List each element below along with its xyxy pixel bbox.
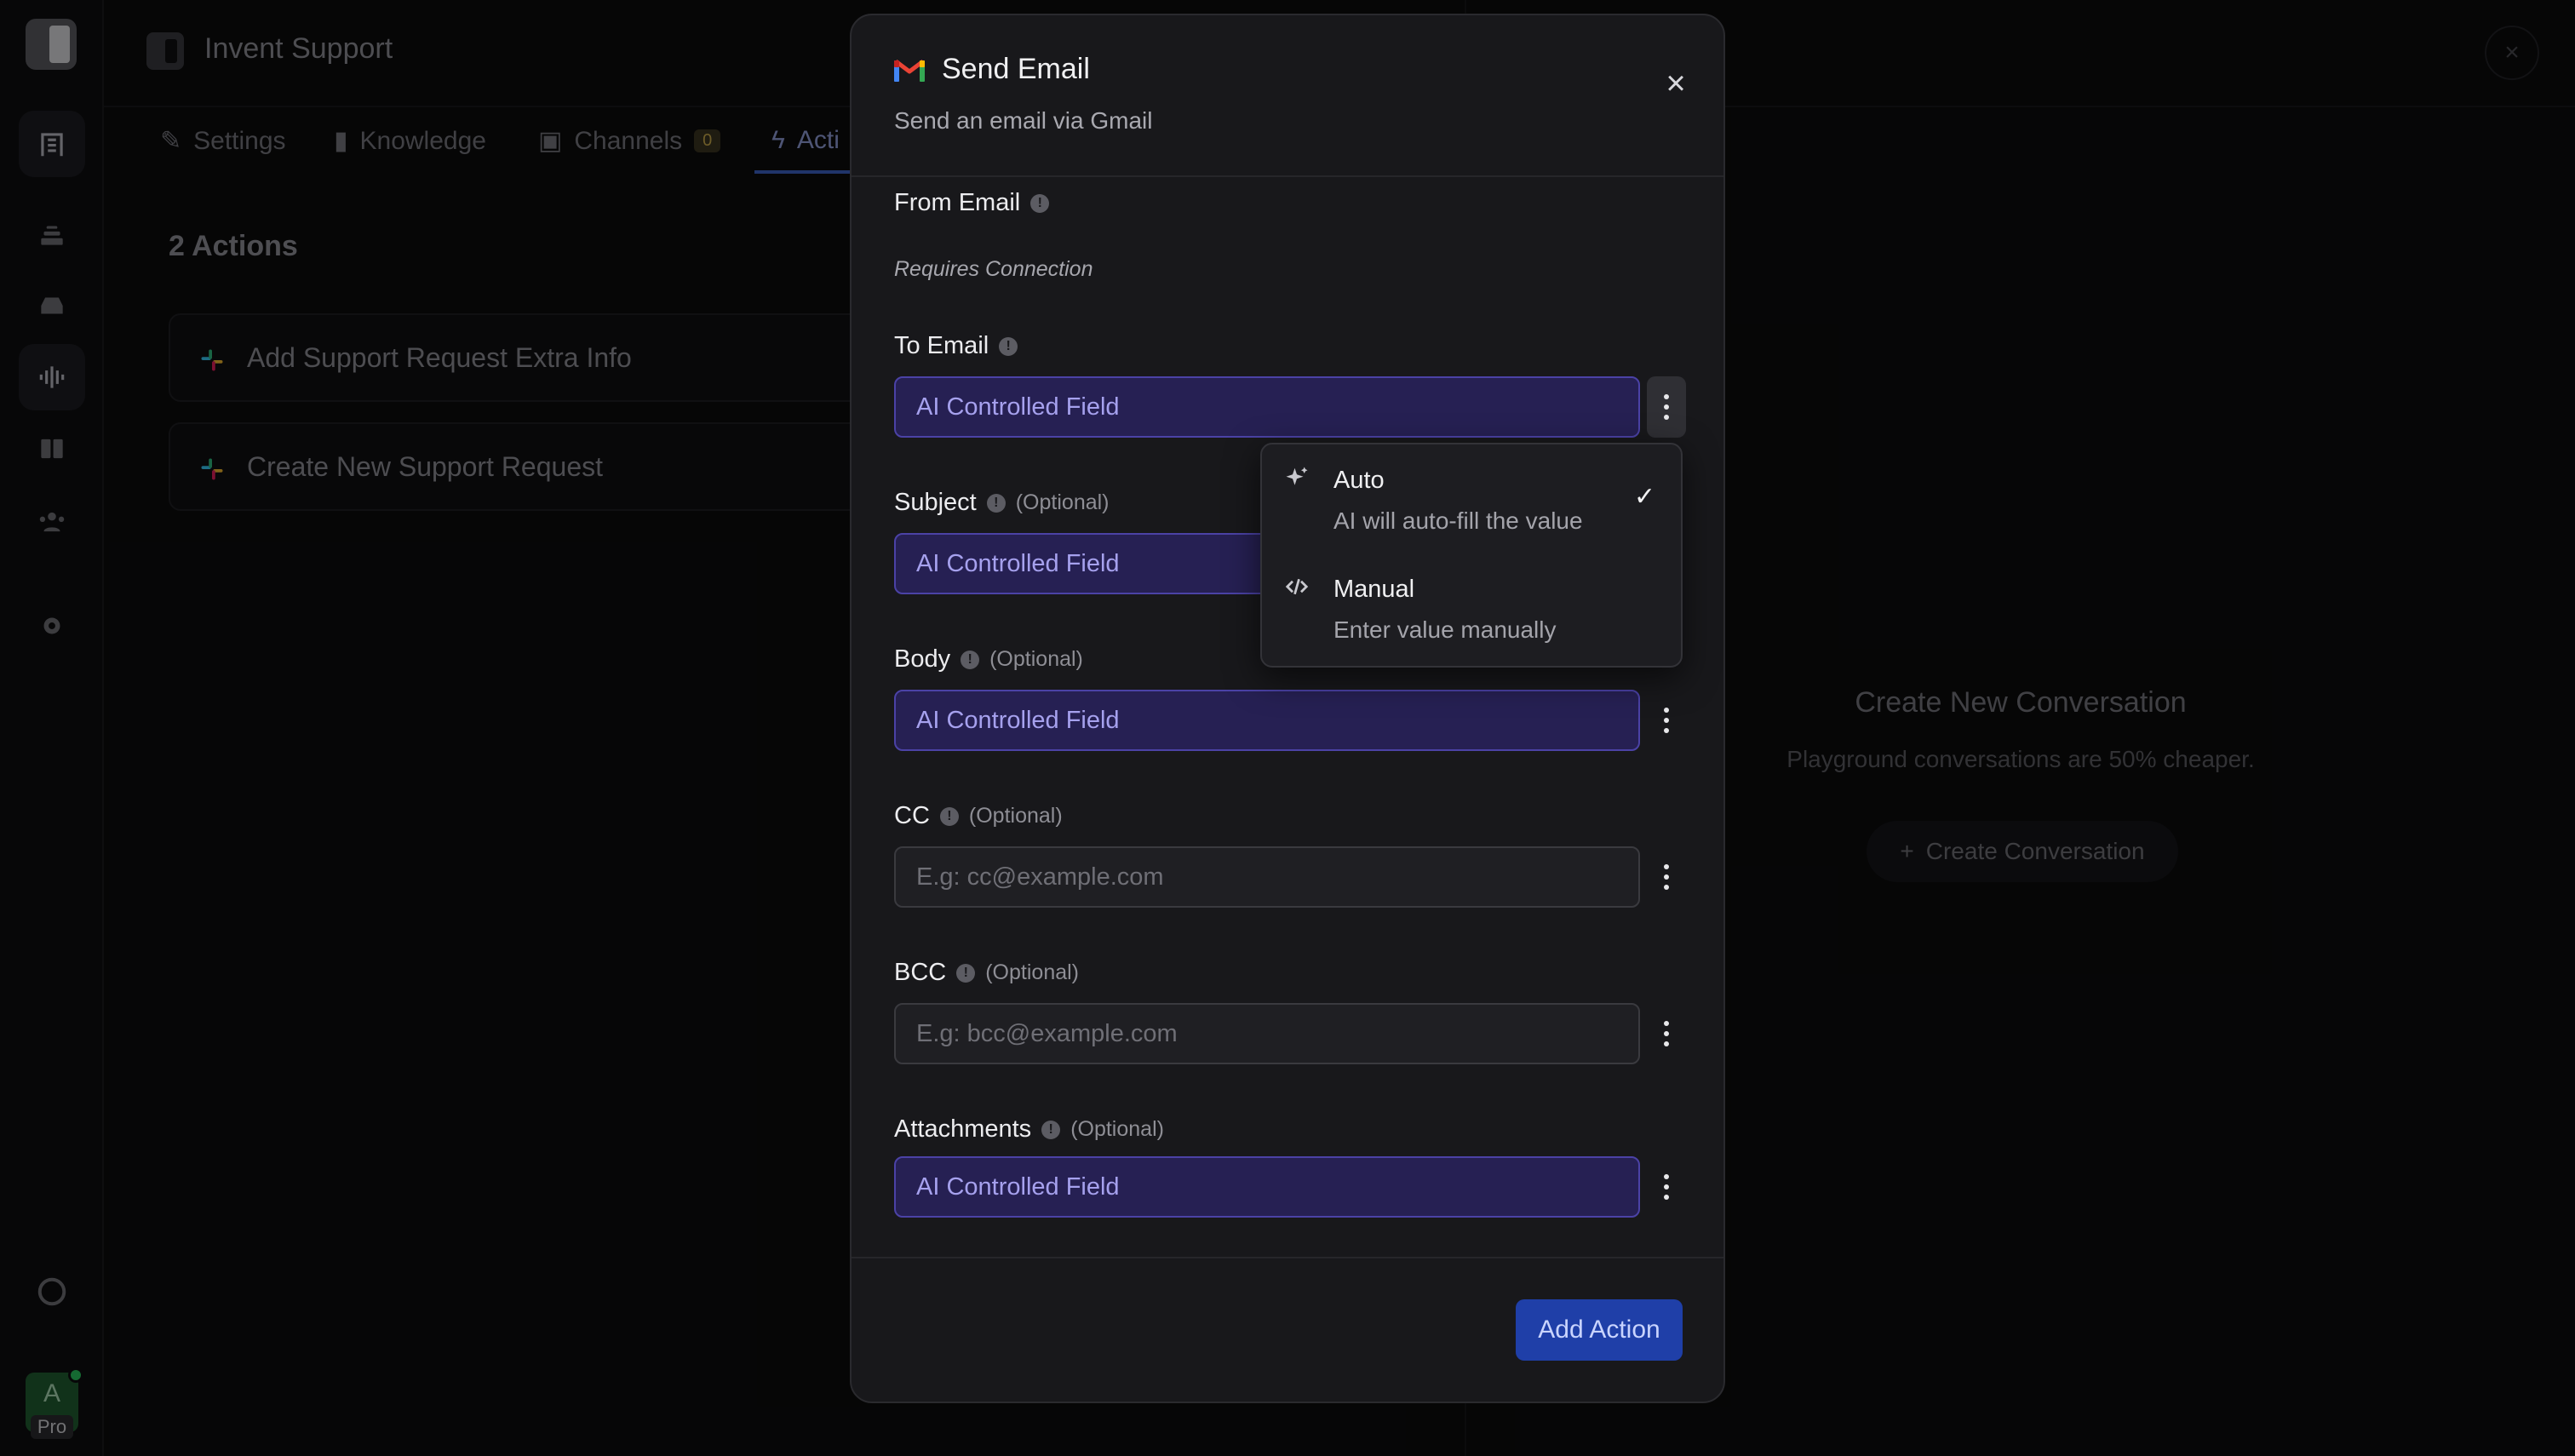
field-mode-dropdown: Auto AI will auto-fill the value ✓ Manua… — [1260, 443, 1683, 668]
bcc-label: BCC ! (Optional) — [894, 959, 1079, 987]
dropdown-option-auto[interactable]: Auto AI will auto-fill the value ✓ — [1262, 444, 1681, 550]
sparkles-icon — [1286, 467, 1308, 485]
info-icon[interactable]: ! — [986, 493, 1006, 513]
more-vertical-icon[interactable] — [1647, 1003, 1686, 1064]
body-label: Body ! (Optional) — [894, 645, 1083, 674]
add-action-button[interactable]: Add Action — [1516, 1299, 1683, 1361]
field-label-text: To Email — [894, 332, 989, 359]
optional-tag: (Optional) — [968, 804, 1063, 828]
field-label-text: Attachments — [894, 1115, 1032, 1143]
optional-tag: (Optional) — [985, 960, 1079, 984]
gmail-icon — [894, 60, 925, 82]
more-vertical-icon[interactable] — [1647, 690, 1686, 751]
cc-label: CC ! (Optional) — [894, 802, 1063, 830]
modal-title: Send Email — [942, 53, 1090, 85]
field-label-text: Subject — [894, 489, 977, 516]
option-description: AI will auto-fill the value — [1333, 507, 1583, 534]
modal-subtitle: Send an email via Gmail — [894, 107, 1153, 134]
send-email-modal: Send Email Send an email via Gmail × Fro… — [850, 14, 1725, 1403]
cc-field[interactable]: E.g: cc@example.com — [894, 846, 1640, 908]
more-vertical-icon[interactable] — [1647, 376, 1686, 438]
option-title: Auto — [1333, 467, 1385, 494]
info-icon[interactable]: ! — [999, 336, 1018, 356]
option-title: Manual — [1333, 576, 1415, 603]
modal-header: Send Email Send an email via Gmail × — [852, 15, 1723, 177]
option-description: Enter value manually — [1333, 616, 1557, 643]
optional-tag: (Optional) — [1070, 1117, 1164, 1141]
modal-footer: Add Action — [852, 1257, 1723, 1402]
optional-tag: (Optional) — [1015, 490, 1110, 514]
attachments-label: Attachments ! (Optional) — [894, 1115, 1164, 1144]
bcc-field[interactable]: E.g: bcc@example.com — [894, 1003, 1640, 1064]
app-root: A Pro Invent Support × ✎ Settings ▮ Know… — [0, 0, 2575, 1456]
from-email-label: From Email ! — [894, 189, 1050, 217]
field-label-text: BCC — [894, 959, 947, 986]
field-label-text: CC — [894, 802, 930, 829]
field-label-text: From Email — [894, 189, 1021, 216]
field-label-text: Body — [894, 645, 951, 673]
body-field[interactable]: AI Controlled Field — [894, 690, 1640, 751]
subject-label: Subject ! (Optional) — [894, 489, 1110, 517]
attachments-field[interactable]: AI Controlled Field — [894, 1156, 1640, 1218]
to-email-label: To Email ! — [894, 332, 1018, 360]
close-icon[interactable]: × — [1657, 65, 1695, 102]
info-icon[interactable]: ! — [956, 963, 976, 983]
info-icon[interactable]: ! — [961, 650, 980, 669]
optional-tag: (Optional) — [989, 647, 1083, 671]
info-icon[interactable]: ! — [939, 806, 959, 826]
code-icon — [1285, 578, 1309, 595]
to-email-field[interactable]: AI Controlled Field — [894, 376, 1640, 438]
checkmark-icon: ✓ — [1633, 483, 1655, 511]
more-vertical-icon[interactable] — [1647, 1156, 1686, 1218]
more-vertical-icon[interactable] — [1647, 846, 1686, 908]
dropdown-option-manual[interactable]: Manual Enter value manually — [1262, 553, 1681, 659]
info-icon[interactable]: ! — [1041, 1120, 1061, 1139]
info-icon[interactable]: ! — [1030, 193, 1050, 213]
requires-connection-note: Requires Connection — [894, 257, 1093, 281]
